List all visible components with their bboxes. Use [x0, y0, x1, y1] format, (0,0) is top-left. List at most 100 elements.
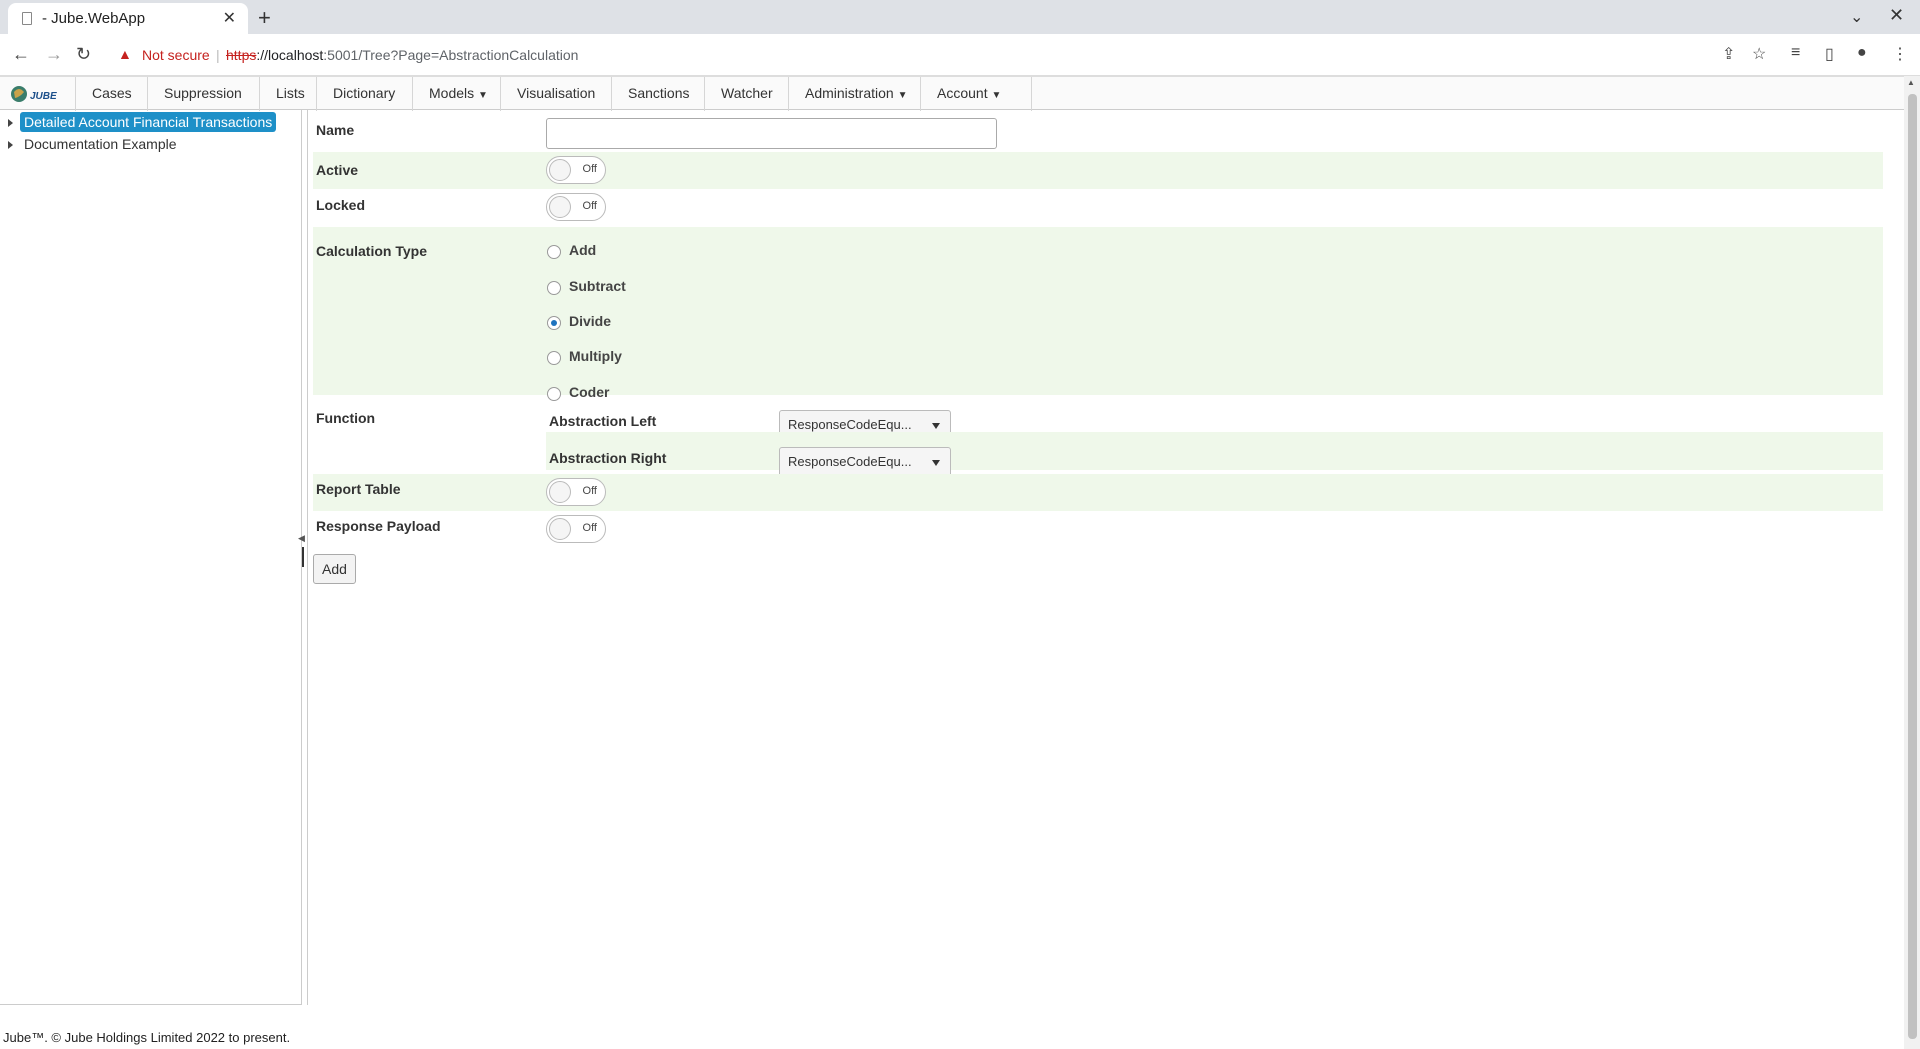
- jube-logo[interactable]: JUBE: [10, 83, 58, 105]
- locked-label: Locked: [316, 197, 366, 213]
- scroll-up-icon[interactable]: ▲: [1907, 78, 1915, 87]
- model-tree-panel: Detailed Account Financial Transactions …: [0, 110, 302, 1005]
- radio-add[interactable]: [547, 245, 561, 259]
- profile-icon[interactable]: ●: [1857, 44, 1867, 62]
- name-label: Name: [316, 122, 355, 138]
- logo-text: JUBE: [30, 91, 57, 102]
- tree-node-detailed-account[interactable]: Detailed Account Financial Transactions: [8, 112, 277, 132]
- radio-multiply-label[interactable]: Multiply: [569, 348, 622, 364]
- toggle-knob: [549, 518, 571, 540]
- name-input[interactable]: [546, 118, 997, 149]
- url-field[interactable]: https://localhost:5001/Tree?Page=Abstrac…: [226, 47, 578, 63]
- calculation-type-row: Calculation Type Add Subtract Divide Mul…: [313, 227, 1883, 401]
- menu-item-label: Administration: [805, 85, 894, 101]
- back-icon[interactable]: ←: [12, 44, 30, 65]
- footer-copyright: Jube™. © Jube Holdings Limited 2022 to p…: [3, 1030, 291, 1045]
- scrollbar-thumb[interactable]: [1908, 94, 1917, 1039]
- media-queue-icon[interactable]: ≡: [1791, 44, 1800, 62]
- radio-divide[interactable]: [547, 316, 561, 330]
- abstraction-right-select[interactable]: ResponseCodeEqu...: [779, 447, 951, 477]
- splitter-handle[interactable]: [302, 547, 304, 567]
- menu-item-label: Models: [429, 85, 475, 101]
- share-icon[interactable]: ⇪: [1722, 44, 1735, 64]
- locked-row: Locked Off: [313, 189, 1883, 226]
- select-value: ResponseCodeEqu...: [788, 454, 912, 469]
- abstraction-right-row: [546, 432, 1883, 470]
- report-table-toggle[interactable]: Off: [546, 478, 606, 506]
- dropdown-arrow-icon: ▼: [478, 90, 488, 101]
- radio-divide-label[interactable]: Divide: [569, 313, 611, 329]
- toggle-state: Off: [582, 485, 597, 497]
- dropdown-arrow-icon: [932, 460, 940, 466]
- locked-toggle[interactable]: Off: [546, 193, 606, 221]
- collapse-arrow-icon[interactable]: ◀: [298, 533, 305, 544]
- divider: |: [216, 47, 220, 63]
- reload-icon[interactable]: ↻: [76, 44, 91, 65]
- tree-node-documentation-example[interactable]: Documentation Example: [8, 134, 181, 154]
- toggle-state: Off: [582, 163, 597, 175]
- active-label: Active: [316, 162, 359, 178]
- function-row: Function Abstraction Left ResponseCodeEq…: [313, 395, 1883, 477]
- name-row: Name: [313, 110, 1883, 150]
- tree-node-label[interactable]: Detailed Account Financial Transactions: [20, 112, 277, 132]
- url-host: ://localhost: [256, 47, 324, 63]
- add-button[interactable]: Add: [313, 554, 356, 584]
- menu-item-suppression[interactable]: Suppression: [147, 77, 276, 111]
- url-scheme: https: [226, 47, 257, 63]
- toggle-knob: [549, 159, 571, 181]
- menu-item-visualisation[interactable]: Visualisation: [500, 77, 628, 111]
- more-menu-icon[interactable]: ⋮: [1892, 44, 1908, 64]
- page-icon: [22, 12, 32, 25]
- menu-item-administration[interactable]: Administration ▼: [788, 77, 937, 111]
- abstraction-left-label: Abstraction Left: [549, 413, 657, 429]
- not-secure-label[interactable]: Not secure: [142, 47, 210, 63]
- menu-item-label: Cases: [92, 85, 132, 101]
- expand-arrow-icon[interactable]: [8, 141, 13, 150]
- menu-item-label: Dictionary: [333, 85, 396, 101]
- toggle-state: Off: [582, 200, 597, 212]
- radio-add-label[interactable]: Add: [569, 242, 596, 258]
- calculation-type-label: Calculation Type: [316, 243, 427, 259]
- response-payload-toggle[interactable]: Off: [546, 515, 606, 543]
- window-close-icon[interactable]: ✕: [1889, 5, 1904, 26]
- radio-subtract-label[interactable]: Subtract: [569, 278, 626, 294]
- address-bar: ← → ↻ ▲ Not secure | https://localhost:5…: [0, 34, 1920, 76]
- expand-arrow-icon[interactable]: [8, 119, 13, 128]
- menu-item-label: Visualisation: [517, 85, 596, 101]
- new-tab-button[interactable]: +: [258, 5, 271, 31]
- active-toggle[interactable]: Off: [546, 156, 606, 184]
- browser-tab[interactable]: - Jube.WebApp ✕: [8, 3, 248, 34]
- response-payload-label: Response Payload: [316, 518, 441, 534]
- dropdown-arrow-icon: [932, 423, 940, 429]
- tab-close-icon[interactable]: ✕: [223, 8, 236, 28]
- abstraction-calculation-form: Name Active Off Locked Off Calculation T…: [313, 110, 1883, 610]
- warning-icon: ▲: [118, 46, 132, 62]
- select-value: ResponseCodeEqu...: [788, 417, 912, 432]
- menu-item-label: Sanctions: [628, 85, 690, 101]
- forward-icon[interactable]: →: [45, 44, 63, 65]
- report-table-row: Report Table Off: [313, 474, 1883, 511]
- tab-title: - Jube.WebApp: [42, 10, 146, 27]
- toggle-state: Off: [582, 522, 597, 534]
- side-panel-icon[interactable]: ▯: [1825, 44, 1834, 64]
- dropdown-arrow-icon: ▼: [897, 90, 908, 101]
- tree-node-label[interactable]: Documentation Example: [20, 134, 181, 154]
- menu-item-label: Account: [937, 85, 988, 101]
- radio-multiply[interactable]: [547, 351, 561, 365]
- dropdown-arrow-icon: ▼: [991, 90, 1002, 101]
- menu-item-label: Watcher: [721, 85, 773, 101]
- report-table-label: Report Table: [316, 481, 401, 497]
- radio-subtract[interactable]: [547, 281, 561, 295]
- tab-search-icon[interactable]: ⌄: [1850, 7, 1863, 27]
- menu-item-label: Suppression: [164, 85, 242, 101]
- abstraction-right-label: Abstraction Right: [549, 450, 667, 466]
- app-menu-bar: JUBE Cases Suppression Lists Dictionary …: [0, 76, 1904, 111]
- toggle-knob: [549, 196, 571, 218]
- url-path: :5001/Tree?Page=AbstractionCalculation: [323, 47, 579, 63]
- active-row: Active Off: [313, 152, 1883, 189]
- function-label: Function: [316, 410, 376, 426]
- bookmark-star-icon[interactable]: ☆: [1752, 44, 1766, 64]
- toggle-knob: [549, 481, 571, 503]
- response-payload-row: Response Payload Off: [313, 511, 1883, 548]
- menu-item-account[interactable]: Account ▼: [920, 77, 1032, 111]
